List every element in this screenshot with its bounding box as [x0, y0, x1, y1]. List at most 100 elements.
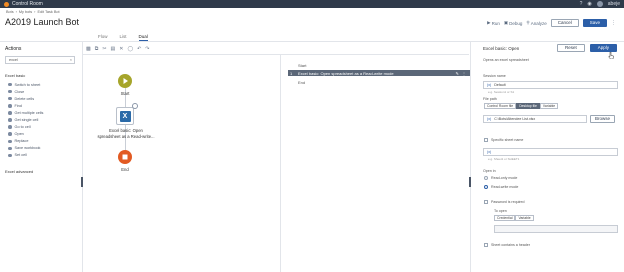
variables-icon[interactable]: ▩	[86, 46, 91, 52]
undo-icon[interactable]: ↶	[137, 46, 141, 52]
session-hint: e.g. Session1 or S1	[488, 90, 515, 94]
file-source-toggle: Control Room file Desktop file Variable	[484, 103, 559, 109]
flow-list-divider	[280, 55, 281, 272]
filepath-input[interactable]: (x) C:\Bots\Attendee List.xlsx	[483, 115, 587, 123]
reset-button[interactable]: Reset	[557, 44, 585, 52]
option-variable[interactable]: Variable	[539, 103, 559, 109]
canvas-toolbar: ▩ ⧉ ✂ ▤ ✕ ◯ ↶ ↷	[86, 46, 149, 52]
help-icon[interactable]: ?	[580, 1, 583, 7]
enable-icon[interactable]: ◯	[127, 46, 133, 52]
play-icon	[123, 78, 128, 84]
password-input[interactable]	[494, 225, 618, 233]
actions-pane-title: Actions	[5, 46, 22, 52]
session-name-input[interactable]: (x) Default	[483, 81, 618, 89]
variable-icon[interactable]: (x)	[487, 149, 491, 155]
read-only-radio[interactable]: Read-only mode	[484, 176, 517, 180]
group-excel-basic[interactable]: Excel basic	[5, 73, 25, 78]
list-item[interactable]: Get multiple cells	[8, 109, 43, 116]
breadcrumb-my-bots[interactable]: My bots	[19, 10, 32, 14]
start-node[interactable]	[118, 74, 132, 88]
list-item[interactable]: Open	[8, 131, 43, 138]
table-row[interactable]: 1 Excel basic: Open spreadsheet as a Read…	[288, 70, 470, 76]
debug-button[interactable]: ▣ Debug	[504, 20, 523, 26]
list-item[interactable]: Delete cells	[8, 95, 43, 102]
specific-sheet-checkbox[interactable]: Specific sheet name	[484, 138, 523, 142]
browse-button[interactable]: Browse	[590, 115, 616, 123]
breadcrumb-bots[interactable]: Bots	[6, 10, 14, 14]
session-label: Session name	[483, 74, 506, 78]
action-icon	[8, 125, 12, 129]
end-node[interactable]	[118, 150, 132, 164]
avatar[interactable]	[596, 1, 603, 7]
app-logo[interactable]: Control Room	[4, 1, 43, 7]
sheet-hint: e.g. Sheet1 or SHEET1	[488, 157, 520, 161]
action-icon	[8, 104, 12, 108]
automation-anywhere-logo-icon	[4, 1, 9, 7]
list-item[interactable]: Find	[8, 102, 43, 109]
toolbar-divider	[83, 54, 469, 55]
sheet-name-input[interactable]: (x)	[483, 148, 618, 156]
sheet-header-checkbox[interactable]: Sheet contains a header	[484, 243, 530, 247]
option-desktop-file[interactable]: Desktop file	[516, 103, 540, 109]
copy-icon[interactable]: ⧉	[95, 46, 99, 52]
action-icon	[8, 139, 12, 144]
breadcrumb-edit-task-bot: Edit Task Bot	[37, 10, 60, 14]
list-item[interactable]: Get single cell	[8, 116, 43, 123]
list-item[interactable]: Set cell	[8, 152, 43, 159]
group-excel-advanced[interactable]: Excel advanced	[5, 169, 33, 174]
option-credential[interactable]: Credential	[494, 215, 516, 221]
delete-icon[interactable]: ✕	[119, 46, 123, 52]
panel-subtitle: Opens an excel spreadsheet	[483, 58, 529, 62]
credential-toggle: Credential Variable	[494, 215, 534, 221]
action-icon	[8, 111, 12, 115]
actions-search-input[interactable]: excel ×	[5, 56, 75, 64]
option-control-room-file[interactable]: Control Room file	[484, 103, 517, 109]
tab-dual[interactable]: Dual	[138, 34, 148, 41]
list-item[interactable]: Save workbook	[8, 145, 43, 152]
top-actions: ▶ Run ▣ Debug ⚲ Analyze Cancel Save ⋮	[487, 19, 616, 27]
panel-title: Excel basic: Open	[483, 46, 520, 51]
table-row[interactable]: Start	[288, 62, 470, 68]
apply-button[interactable]: Apply	[589, 44, 618, 52]
list-item[interactable]: Close	[8, 88, 43, 95]
read-write-radio[interactable]: Read-write mode	[484, 185, 518, 189]
node-link-icon[interactable]	[132, 103, 138, 109]
action-icon	[8, 82, 12, 87]
notifications-icon[interactable]: ◉	[587, 1, 591, 7]
tab-flow[interactable]: Flow	[98, 34, 108, 41]
user-name[interactable]: abeje	[608, 1, 620, 7]
variable-icon[interactable]: (x)	[487, 82, 491, 88]
cancel-button[interactable]: Cancel	[550, 19, 579, 27]
list-item[interactable]: Go to cell	[8, 124, 43, 131]
panel-collapse-handle[interactable]	[469, 177, 471, 187]
actions-pane-collapse-handle[interactable]	[81, 177, 83, 187]
play-icon: ▶	[487, 20, 491, 25]
run-button[interactable]: ▶ Run	[487, 20, 500, 26]
panel-buttons: Reset Apply	[557, 44, 618, 52]
analyze-button[interactable]: ⚲ Analyze	[526, 20, 546, 26]
actions-pane-divider	[82, 42, 83, 272]
option-credential-variable[interactable]: Variable	[515, 215, 534, 221]
paste-icon[interactable]: ▤	[111, 46, 116, 52]
list-row-label: Excel basic: Open spreadsheet as a Read-…	[298, 70, 394, 76]
cut-icon[interactable]: ✂	[102, 46, 106, 52]
excel-node-subtitle: spreadsheet as a Read-write...	[97, 134, 155, 139]
save-button[interactable]: Save	[582, 19, 607, 27]
table-row[interactable]: End	[288, 79, 470, 85]
pointer-cursor-icon	[608, 52, 614, 59]
header-divider	[0, 41, 624, 42]
excel-open-node[interactable]: X	[116, 107, 134, 125]
variable-icon[interactable]: (x)	[487, 116, 491, 122]
list-panel-divider	[470, 42, 471, 272]
clear-search-icon[interactable]: ×	[70, 57, 72, 63]
list-item[interactable]: Switch to sheet	[8, 81, 43, 88]
start-node-label: Start	[120, 91, 130, 96]
more-options-icon[interactable]: ⋮	[611, 20, 616, 26]
row-actions-icon[interactable]: ✎ ⋮	[456, 71, 470, 76]
filepath-label: File path	[483, 97, 497, 101]
redo-icon[interactable]: ↷	[145, 46, 149, 52]
breadcrumb: Bots › My bots › Edit Task Bot	[6, 10, 60, 14]
list-item[interactable]: Replace	[8, 138, 43, 145]
tab-list[interactable]: List	[120, 34, 127, 41]
password-required-checkbox[interactable]: Password is required	[484, 200, 525, 204]
